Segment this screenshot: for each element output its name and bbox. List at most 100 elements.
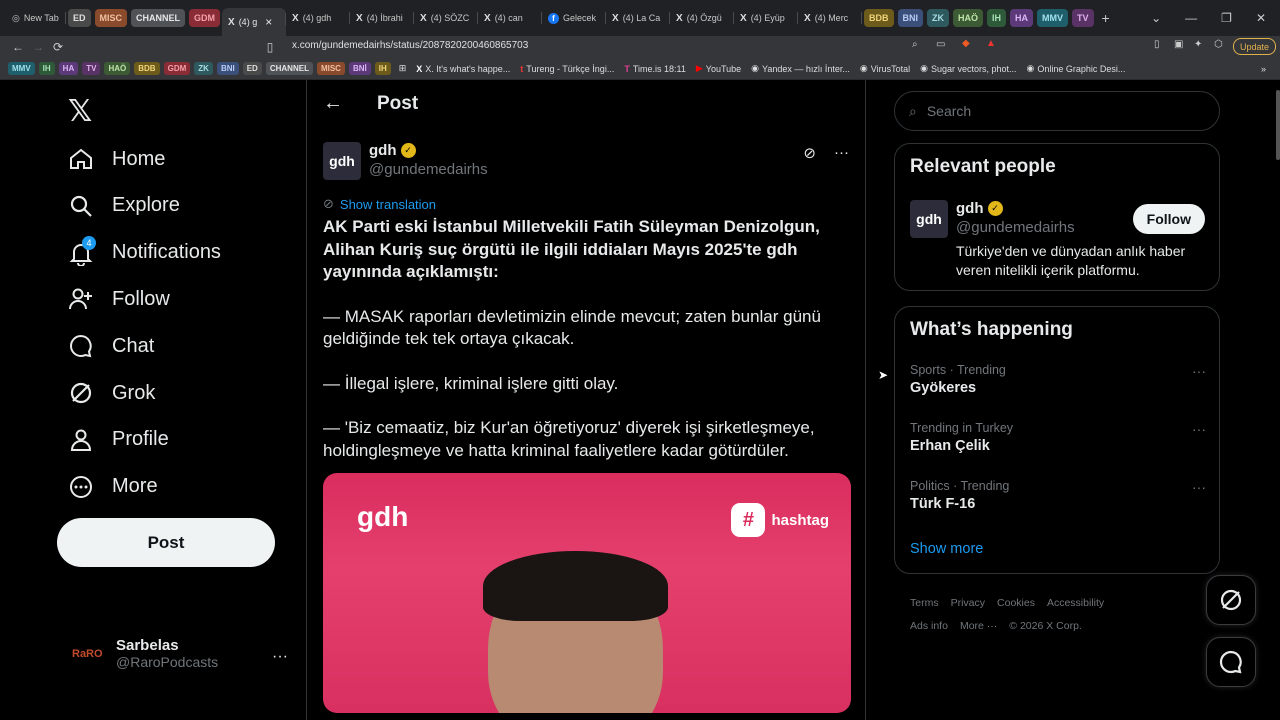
new-tab-button[interactable]: + (1096, 7, 1116, 29)
back-icon[interactable]: ← (8, 40, 28, 54)
bookmark-group-chip[interactable]: CHANNEL (265, 62, 313, 75)
footer-link[interactable]: Ads info (910, 620, 948, 632)
zoom-icon[interactable]: ⌕ (912, 39, 918, 50)
account-more-icon[interactable]: ··· (272, 648, 288, 666)
trend-item[interactable]: Sports · Trending Gyökeres ··· (910, 363, 1206, 396)
follow-button[interactable]: Follow (1132, 204, 1205, 234)
tab-group-chip[interactable]: HA (1010, 9, 1034, 27)
footer-link[interactable]: Accessibility (1047, 597, 1104, 609)
nav-item-follow[interactable]: Follow (68, 279, 170, 319)
bookmark-group-chip[interactable]: IH (374, 62, 391, 75)
browser-tab[interactable]: f Gelecek (542, 7, 607, 29)
close-window-icon[interactable]: ✕ (1256, 11, 1266, 25)
browser-tab[interactable]: X (4) gdh (286, 7, 351, 29)
bookmark-group-chip[interactable]: HAÖ (104, 62, 131, 75)
browser-tab[interactable]: X (4) La Ca (606, 7, 671, 29)
author-avatar[interactable]: gdh (323, 142, 361, 180)
tab-group-chip[interactable]: CHANNEL (131, 9, 186, 27)
trend-item[interactable]: Trending in Turkey Erhan Çelik ··· (910, 421, 1206, 454)
update-button[interactable]: Update (1232, 38, 1276, 55)
nav-item-more[interactable]: More (68, 467, 158, 507)
nav-item-chat[interactable]: Chat (68, 326, 154, 366)
account-switcher[interactable]: RaRO Sarbelas @RaroPodcasts (72, 637, 218, 670)
bookmark-item[interactable]: X X. It's what's happe... (416, 64, 510, 74)
bookmark-group-chip[interactable]: ED (242, 62, 262, 75)
browser-tab[interactable]: ◎ New Tab (6, 7, 66, 29)
browser-tab[interactable]: X (4) Özgü (670, 7, 735, 29)
wallet-icon[interactable]: ▣ (1174, 39, 1183, 50)
show-translation-link[interactable]: ⊘ Show translation (323, 196, 436, 212)
bookmark-group-chip[interactable]: MISC (316, 62, 345, 75)
relevant-avatar[interactable]: gdh (910, 200, 948, 238)
tab-group-chip[interactable]: ZK (927, 9, 950, 27)
tab-search-icon[interactable]: ⌄ (1151, 11, 1161, 25)
tab-group-chip[interactable]: BDB (864, 9, 894, 27)
browser-tab[interactable]: X (4) SÖZC (414, 7, 479, 29)
trend-more-icon[interactable]: ··· (1192, 421, 1206, 437)
post-media-image[interactable]: gdh # hashtag (323, 473, 851, 713)
cast-icon[interactable]: ▭ (936, 39, 945, 50)
tab-group-chip[interactable]: TV (1072, 9, 1094, 27)
bookmark-item[interactable]: ▶ YouTube (696, 63, 741, 74)
bookmark-group-chip[interactable]: ZK (194, 62, 213, 75)
nav-item-home[interactable]: Home (68, 139, 165, 179)
tab-group-chip[interactable]: GDM (189, 9, 221, 27)
bookmark-item[interactable]: ◉ Online Graphic Desi... (1027, 63, 1126, 74)
bookmark-group-chip[interactable]: HA (58, 62, 79, 75)
bookmark-item[interactable]: ◉ Yandex — hızlı İnter... (751, 63, 850, 74)
bookmark-group-chip[interactable]: MMV (8, 62, 35, 75)
search-box[interactable]: ⌕ Search (894, 91, 1220, 131)
tab-group-chip[interactable]: ED (68, 9, 91, 27)
sidebar-toggle-icon[interactable]: ▯ (1154, 39, 1160, 50)
browser-tab[interactable]: X (4) Eyüp (734, 7, 799, 29)
messages-fab-button[interactable] (1206, 637, 1256, 687)
grok-fab-button[interactable] (1206, 575, 1256, 625)
bookmarks-overflow-icon[interactable]: » (1261, 64, 1266, 74)
bookmark-item[interactable]: T Time.is 18:11 (624, 64, 686, 74)
browser-tab[interactable]: X (4) can (478, 7, 543, 29)
trend-more-icon[interactable]: ··· (1192, 363, 1206, 379)
leo-icon[interactable]: ✦ (1194, 39, 1202, 50)
nav-item-profile[interactable]: Profile (68, 420, 169, 460)
author-name[interactable]: gdh (369, 142, 397, 159)
nav-item-grok[interactable]: Grok (68, 373, 155, 413)
tab-group-chip[interactable]: MMV (1037, 9, 1069, 27)
browser-tab[interactable]: X (4) Merc (798, 7, 863, 29)
bookmark-group-chip[interactable]: BNİ (348, 62, 371, 75)
post-button[interactable]: Post (57, 518, 275, 567)
brave-shield-icon[interactable]: ◆ (962, 38, 970, 49)
minimize-icon[interactable]: — (1185, 11, 1197, 25)
bookmark-group-chip[interactable]: IH (38, 62, 55, 75)
trend-more-icon[interactable]: ··· (1192, 479, 1206, 495)
footer-link[interactable]: © 2026 X Corp. (1009, 620, 1082, 632)
relevant-name[interactable]: gdh (956, 200, 984, 217)
bookmark-item[interactable]: ◉ Sugar vectors, phot... (920, 63, 1016, 74)
bookmark-item[interactable]: ◉ VirusTotal (860, 63, 910, 74)
close-tab-icon[interactable]: × (265, 15, 272, 29)
apps-grid-icon[interactable]: ⊞ (399, 63, 407, 74)
url-text[interactable]: x.com/gundemedairhs/status/2087820200460… (292, 40, 528, 51)
nav-item-explore[interactable]: Explore (68, 186, 180, 226)
vpn-icon[interactable]: ⬡ (1214, 39, 1223, 50)
bookmark-group-chip[interactable]: GDM (163, 62, 191, 75)
restore-icon[interactable]: ❐ (1221, 11, 1232, 25)
search-input[interactable]: Search (927, 103, 971, 119)
tab-group-chip[interactable]: BNI (897, 9, 924, 27)
footer-link[interactable]: Terms (910, 597, 939, 609)
browser-tab[interactable]: X (4) g × (222, 8, 287, 36)
bookmark-icon[interactable]: ▯ (260, 40, 280, 54)
tab-group-chip[interactable]: HAÖ (953, 9, 984, 27)
footer-link[interactable]: More ··· (960, 620, 997, 632)
forward-icon[interactable]: → (28, 40, 48, 54)
browser-tab[interactable]: X (4) İbrahi (350, 7, 415, 29)
scrollbar-thumb[interactable] (1276, 90, 1280, 160)
post-author[interactable]: gdh gdh ✓ @gundemedairhs (323, 142, 488, 180)
x-logo-icon[interactable]: 𝕏 (68, 94, 92, 129)
bookmark-group-chip[interactable]: TV (82, 62, 101, 75)
post-more-icon[interactable]: ··· (834, 144, 849, 162)
trend-item[interactable]: Politics · Trending Türk F-16 ··· (910, 479, 1206, 512)
tab-group-chip[interactable]: MISC (94, 9, 128, 27)
show-more-link[interactable]: Show more (910, 541, 983, 557)
tab-group-chip[interactable]: IH (987, 9, 1007, 27)
bookmark-item[interactable]: t Tureng - Türkçe İngi... (520, 64, 614, 74)
